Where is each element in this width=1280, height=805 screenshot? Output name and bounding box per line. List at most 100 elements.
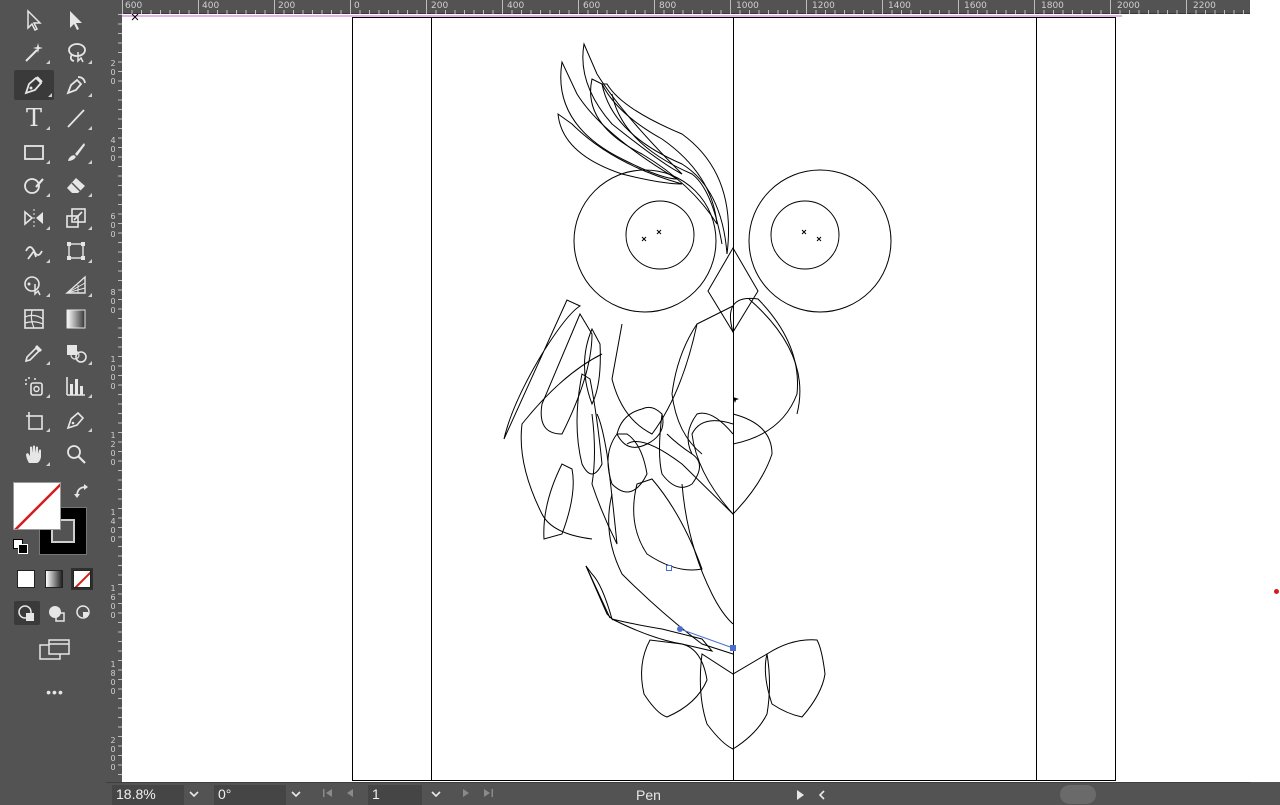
- magic-wand-icon[interactable]: [16, 37, 52, 67]
- ruler-label: 800: [659, 1, 677, 11]
- lasso-icon[interactable]: [58, 37, 94, 67]
- type-icon[interactable]: T: [16, 103, 52, 133]
- ruler-label: 1 4 0 0: [110, 508, 116, 544]
- color-mode-button[interactable]: [17, 570, 35, 588]
- illustrator-window: T ••• 600 400 200 0 200 400 600 800 1000…: [0, 0, 1280, 805]
- next-artboard-icon[interactable]: [460, 787, 472, 802]
- ruler-label: 8 0 0: [110, 288, 116, 315]
- perspective-grid-icon[interactable]: [58, 270, 94, 300]
- more-tools-icon[interactable]: •••: [40, 684, 70, 702]
- selected-anchor-point[interactable]: [730, 645, 736, 651]
- ruler-label: 6 0 0: [110, 212, 116, 239]
- draw-normal-icon[interactable]: [14, 601, 40, 625]
- shape-builder-icon[interactable]: [16, 270, 52, 300]
- zoom-level-field[interactable]: 18.8%: [112, 785, 184, 805]
- draw-inside-icon[interactable]: [72, 601, 98, 625]
- artboard-icon[interactable]: [16, 405, 52, 435]
- line-icon[interactable]: [58, 103, 94, 133]
- reflect-icon[interactable]: [16, 203, 52, 233]
- scale-icon[interactable]: [58, 203, 94, 233]
- pen-icon[interactable]: [14, 70, 54, 100]
- ruler-label: 2000: [1117, 1, 1140, 11]
- ruler-label: 1 8 0 0: [110, 660, 116, 696]
- rotation-dropdown-chevron-down-icon[interactable]: [290, 788, 302, 800]
- red-dot-marker: [1274, 589, 1279, 594]
- column-graph-icon[interactable]: [58, 371, 94, 401]
- rotation-field[interactable]: 0°: [214, 785, 286, 805]
- rotation-value: 0°: [218, 786, 232, 802]
- type-tool-glyph: T: [25, 104, 42, 132]
- artboard-number-field[interactable]: 1: [368, 785, 422, 805]
- mesh-icon[interactable]: [16, 304, 52, 334]
- horizontal-scrollbar-thumb[interactable]: [1060, 785, 1096, 804]
- owl-paths: [503, 42, 892, 750]
- ruler-label: 1200: [812, 1, 835, 11]
- artboard-dropdown-chevron-down-icon[interactable]: [430, 788, 442, 800]
- curvature-icon[interactable]: [58, 70, 94, 100]
- pasteboard-edge: [1250, 0, 1280, 782]
- none-mode-button[interactable]: [73, 570, 91, 588]
- artboard-number-value: 1: [372, 786, 380, 802]
- ruler-label: 1 6 0 0: [110, 584, 116, 620]
- ruler-label: 1000: [736, 1, 759, 11]
- zoom-level-value: 18.8%: [116, 786, 156, 802]
- ruler-label: 1 0 0 0: [110, 355, 116, 391]
- tools-panel: T •••: [0, 0, 106, 805]
- default-fill-stroke-icon[interactable]: [13, 539, 29, 555]
- ruler-label: 2200: [1193, 1, 1216, 11]
- anchor-point[interactable]: [666, 565, 672, 571]
- screen-mode-icon[interactable]: [38, 638, 72, 662]
- eraser-icon[interactable]: [58, 170, 94, 200]
- horizontal-ruler[interactable]: 600 400 200 0 200 400 600 800 1000 1200 …: [122, 0, 1250, 14]
- zoom-icon[interactable]: [58, 439, 94, 469]
- ruler-label: 1 2 0 0: [110, 431, 116, 467]
- ruler-label: 2 0 0: [110, 59, 116, 86]
- direction-handle-point[interactable]: [677, 626, 683, 632]
- hand-icon[interactable]: [16, 439, 52, 469]
- status-menu-play-icon[interactable]: [794, 788, 806, 804]
- current-tool-label: Pen: [636, 787, 661, 803]
- ruler-label: 2 0 0 0: [110, 736, 116, 772]
- ruler-label: 4 0 0: [110, 136, 116, 163]
- previous-artboard-icon[interactable]: [344, 787, 356, 802]
- ruler-label: 600: [583, 1, 601, 11]
- shaper-icon[interactable]: [16, 170, 52, 200]
- eyedropper-icon[interactable]: [16, 338, 52, 368]
- vertical-ruler[interactable]: 2 0 0 4 0 0 6 0 0 8 0 0 1 0 0 0 1 2 0 0 …: [106, 14, 122, 782]
- artboard-canvas[interactable]: [122, 14, 1250, 782]
- symbol-sprayer-icon[interactable]: [16, 371, 52, 401]
- ruler-label: 400: [507, 1, 525, 11]
- owl-artwork[interactable]: [122, 14, 1250, 782]
- rectangle-icon[interactable]: [16, 137, 52, 167]
- paintbrush-icon[interactable]: [58, 137, 94, 167]
- direct-selection-icon[interactable]: [58, 5, 94, 35]
- gradient-mode-button[interactable]: [45, 570, 63, 588]
- last-artboard-icon[interactable]: [482, 787, 494, 802]
- selection-arrow-icon[interactable]: [16, 5, 52, 35]
- ruler-label: 1800: [1041, 1, 1064, 11]
- first-artboard-icon[interactable]: [322, 787, 334, 802]
- gradient-icon[interactable]: [58, 304, 94, 334]
- eye-center-marks: [641, 229, 822, 242]
- blend-icon[interactable]: [58, 338, 94, 368]
- none-slash-icon: [14, 483, 60, 529]
- fill-swatch[interactable]: [13, 482, 61, 530]
- ruler-label: 1600: [964, 1, 987, 11]
- ruler-origin[interactable]: [106, 0, 122, 14]
- ruler-label: 400: [202, 1, 220, 11]
- slice-icon[interactable]: [58, 405, 94, 435]
- corner-filler: [1250, 782, 1280, 805]
- warp-icon[interactable]: [16, 236, 52, 266]
- draw-behind-icon[interactable]: [44, 601, 70, 625]
- none-slash-icon: [74, 571, 90, 587]
- ruler-label: 0: [354, 1, 360, 11]
- swap-fill-stroke-icon[interactable]: [73, 482, 91, 500]
- ruler-label: 200: [278, 1, 296, 11]
- zoom-dropdown-chevron-down-icon[interactable]: [188, 788, 200, 800]
- ruler-label: 200: [431, 1, 449, 11]
- ruler-label: 1400: [888, 1, 911, 11]
- scroll-left-icon[interactable]: [816, 788, 828, 804]
- ruler-label: 600: [125, 1, 143, 11]
- status-bar: 18.8% 0° 1 Pen: [106, 782, 1250, 805]
- free-transform-icon[interactable]: [58, 236, 94, 266]
